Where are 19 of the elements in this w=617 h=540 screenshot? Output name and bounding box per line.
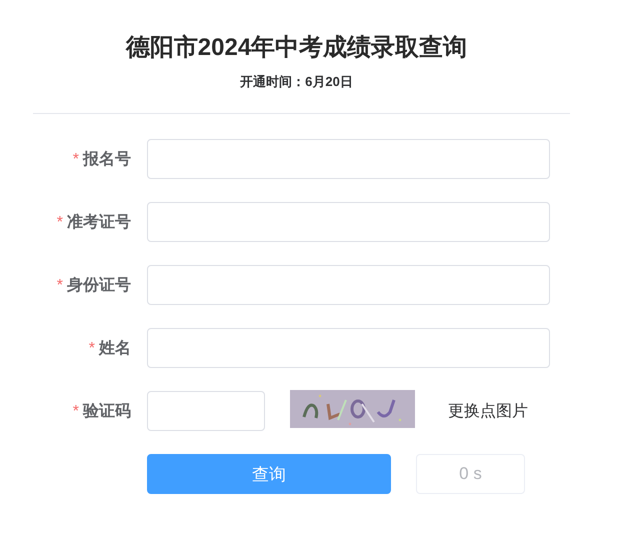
required-mark: *	[56, 276, 63, 294]
input-field[interactable]	[147, 328, 550, 368]
required-mark: *	[56, 214, 63, 230]
required-mark: *	[88, 340, 95, 356]
field-label: 准考证号	[67, 214, 131, 230]
open-date-text: 开通时间：6月20日	[239, 73, 354, 91]
required-mark: *	[72, 150, 79, 168]
input-field[interactable]	[147, 139, 550, 179]
query-button[interactable]: 查询	[147, 454, 391, 494]
page-title: 德阳市2024年中考成绩录取查询	[124, 33, 468, 63]
field-label: 验证码	[83, 402, 131, 420]
field-label: 身份证号	[67, 276, 131, 294]
field-label: 报名号	[83, 150, 131, 168]
captcha-field[interactable]	[147, 391, 265, 431]
input-field[interactable]	[147, 265, 550, 305]
refresh-captcha-link[interactable]: 更换点图片	[448, 400, 528, 422]
input-field[interactable]	[147, 202, 550, 242]
field-label: 姓名	[99, 340, 131, 356]
required-mark: *	[72, 402, 79, 420]
